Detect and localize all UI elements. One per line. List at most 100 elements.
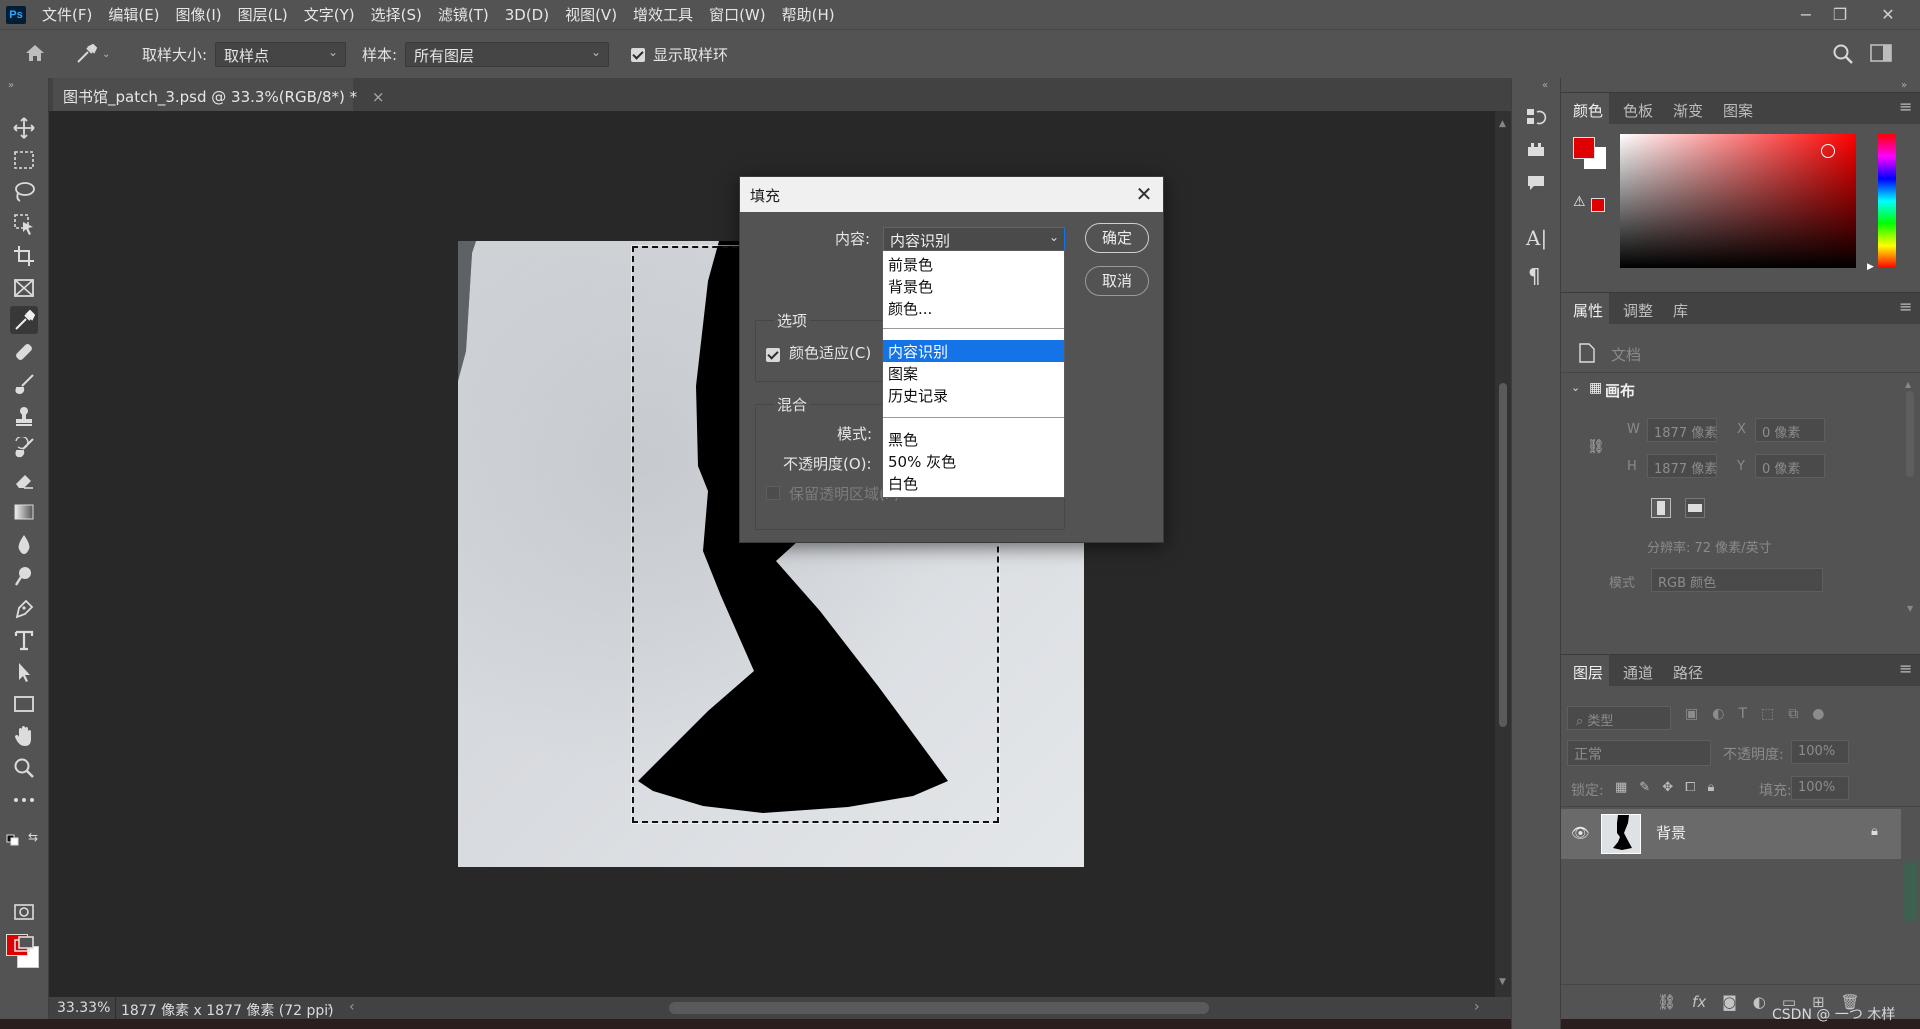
layer-filter-select[interactable]: ⌕ 类型: [1567, 706, 1671, 730]
fill-field[interactable]: 100%: [1791, 776, 1849, 800]
scroll-up-icon[interactable]: ▲: [1499, 119, 1506, 129]
tab-patterns[interactable]: 图案: [1723, 100, 1753, 121]
gradient-tool-icon[interactable]: [10, 498, 38, 526]
close-window-button[interactable]: ✕: [1872, 0, 1904, 29]
home-icon[interactable]: [24, 43, 46, 67]
height-field[interactable]: 1877 像素: [1647, 454, 1717, 478]
panel-menu-icon[interactable]: ≡: [1899, 659, 1912, 678]
dropdown-option-gray[interactable]: 50% 灰色: [883, 450, 1064, 472]
menu-file[interactable]: 文件(F): [42, 4, 92, 25]
tab-channels[interactable]: 通道: [1623, 662, 1653, 683]
photoshop-logo[interactable]: Ps: [6, 5, 26, 24]
menu-window[interactable]: 窗口(W): [709, 4, 766, 25]
eye-icon[interactable]: 👁︎: [1571, 824, 1590, 842]
search-icon[interactable]: [1832, 43, 1854, 69]
color-mode-field[interactable]: RGB 颜色: [1651, 568, 1823, 592]
smart-object-filter-icon[interactable]: ⧉: [1788, 706, 1798, 722]
color-picker-cursor[interactable]: [1821, 144, 1835, 158]
workspace-icon[interactable]: [1870, 44, 1892, 66]
tab-paths[interactable]: 路径: [1673, 662, 1703, 683]
rectangle-tool-icon[interactable]: [10, 690, 38, 718]
tab-adjustments[interactable]: 调整: [1623, 300, 1653, 321]
menu-plugins[interactable]: 增效工具: [633, 4, 693, 25]
marquee-tool-icon[interactable]: [10, 146, 38, 174]
lock-pixels-icon[interactable]: ✎: [1639, 780, 1650, 795]
width-field[interactable]: 1877 像素: [1647, 418, 1717, 442]
dropdown-option-foreground[interactable]: 前景色: [883, 253, 1064, 275]
tab-swatches[interactable]: 色板: [1623, 100, 1653, 121]
hand-tool-icon[interactable]: [10, 722, 38, 750]
hue-slider-handle[interactable]: ▶: [1867, 262, 1874, 272]
clone-stamp-tool-icon[interactable]: [10, 402, 38, 430]
dialog-close-button[interactable]: ✕: [1133, 183, 1155, 205]
portrait-orientation-icon[interactable]: [1651, 498, 1671, 518]
adjustment-layer-filter-icon[interactable]: ◐: [1712, 706, 1724, 722]
vertical-scrollbar[interactable]: ▲ ▼: [1495, 111, 1511, 997]
status-menu-arrow[interactable]: ›: [327, 999, 333, 1015]
horizontal-scroll-thumb[interactable]: [669, 1002, 1209, 1014]
screen-mode-icon[interactable]: [10, 930, 38, 958]
link-icon[interactable]: ⛓: [1587, 439, 1605, 455]
sample-select[interactable]: 所有图层 ⌄: [405, 42, 609, 67]
brush-tool-icon[interactable]: [10, 370, 38, 398]
menu-layer[interactable]: 图层(L): [238, 4, 288, 25]
content-select[interactable]: 内容识别 ⌄: [883, 227, 1065, 251]
vertical-scroll-thumb[interactable]: [1499, 383, 1507, 727]
eraser-tool-icon[interactable]: [10, 466, 38, 494]
menu-image[interactable]: 图像(I): [176, 4, 222, 25]
minimize-button[interactable]: −: [1790, 0, 1822, 29]
fx-icon[interactable]: fx: [1692, 993, 1706, 1011]
pen-tool-icon[interactable]: [10, 594, 38, 622]
default-colors-icon[interactable]: [6, 832, 20, 850]
type-layer-filter-icon[interactable]: T: [1738, 706, 1747, 722]
color-picker-field[interactable]: [1620, 134, 1856, 268]
dropdown-option-black[interactable]: 黑色: [883, 428, 1064, 450]
ok-button[interactable]: 确定: [1085, 223, 1149, 253]
document-tab[interactable]: 图书馆_patch_3.psd @ 33.3%(RGB/8*) * ×: [53, 78, 384, 111]
close-tab-icon[interactable]: ×: [372, 88, 385, 106]
blend-mode-select[interactable]: 正常: [1567, 740, 1711, 766]
crop-tool-icon[interactable]: [10, 242, 38, 270]
tab-gradients[interactable]: 渐变: [1673, 100, 1703, 121]
gamut-color-swatch[interactable]: [1591, 198, 1605, 212]
comments-panel-icon[interactable]: [1526, 174, 1546, 196]
preserve-transparency-checkbox[interactable]: [766, 486, 780, 500]
swap-colors-icon[interactable]: ⇆: [28, 830, 38, 844]
add-mask-icon[interactable]: ◙: [1722, 993, 1737, 1011]
sample-size-select[interactable]: 取样点 ⌄: [215, 42, 346, 67]
landscape-orientation-icon[interactable]: [1685, 498, 1705, 518]
gamut-warning-icon[interactable]: ⚠: [1573, 194, 1586, 210]
filter-toggle-icon[interactable]: ●: [1812, 706, 1824, 722]
scroll-down-icon[interactable]: ▼: [1907, 604, 1913, 613]
shape-layer-filter-icon[interactable]: ⬚: [1761, 706, 1774, 722]
layer-opacity-field[interactable]: 100%: [1791, 740, 1849, 764]
collapse-icon[interactable]: »: [8, 80, 14, 91]
type-tool-icon[interactable]: [10, 626, 38, 654]
dropdown-option-color[interactable]: 颜色...: [883, 297, 1064, 319]
color-adapt-checkbox[interactable]: [766, 345, 780, 363]
menu-3d[interactable]: 3D(D): [505, 6, 549, 24]
frame-tool-icon[interactable]: [10, 274, 38, 302]
chevron-down-icon[interactable]: ⌄: [1571, 381, 1580, 394]
zoom-level[interactable]: 33.33%: [57, 1000, 110, 1016]
link-layers-icon[interactable]: ⛓: [1657, 993, 1676, 1011]
eyedropper-preset-icon[interactable]: ⌄: [74, 40, 116, 68]
adjustment-layer-icon[interactable]: ◐: [1753, 993, 1766, 1011]
menu-filter[interactable]: 滤镜(T): [438, 4, 489, 25]
menu-help[interactable]: 帮助(H): [782, 4, 835, 25]
tab-color[interactable]: 颜色: [1573, 100, 1603, 121]
tab-libraries[interactable]: 库: [1673, 300, 1688, 321]
move-tool-icon[interactable]: [10, 114, 38, 142]
menu-edit[interactable]: 编辑(E): [108, 4, 159, 25]
panel-menu-icon[interactable]: ≡: [1899, 297, 1912, 316]
collapse-icon[interactable]: »: [1901, 80, 1907, 91]
object-select-tool-icon[interactable]: [10, 210, 38, 238]
collapse-icon[interactable]: «: [1542, 80, 1548, 91]
lock-position-icon[interactable]: ✥: [1662, 780, 1673, 795]
dropdown-option-pattern[interactable]: 图案: [883, 362, 1064, 384]
hue-slider[interactable]: [1878, 134, 1896, 268]
restore-button[interactable]: ❐: [1824, 0, 1856, 29]
zoom-tool-icon[interactable]: [10, 754, 38, 782]
lock-artboard-icon[interactable]: ⧠: [1685, 780, 1695, 795]
tab-layers[interactable]: 图层: [1573, 662, 1603, 683]
